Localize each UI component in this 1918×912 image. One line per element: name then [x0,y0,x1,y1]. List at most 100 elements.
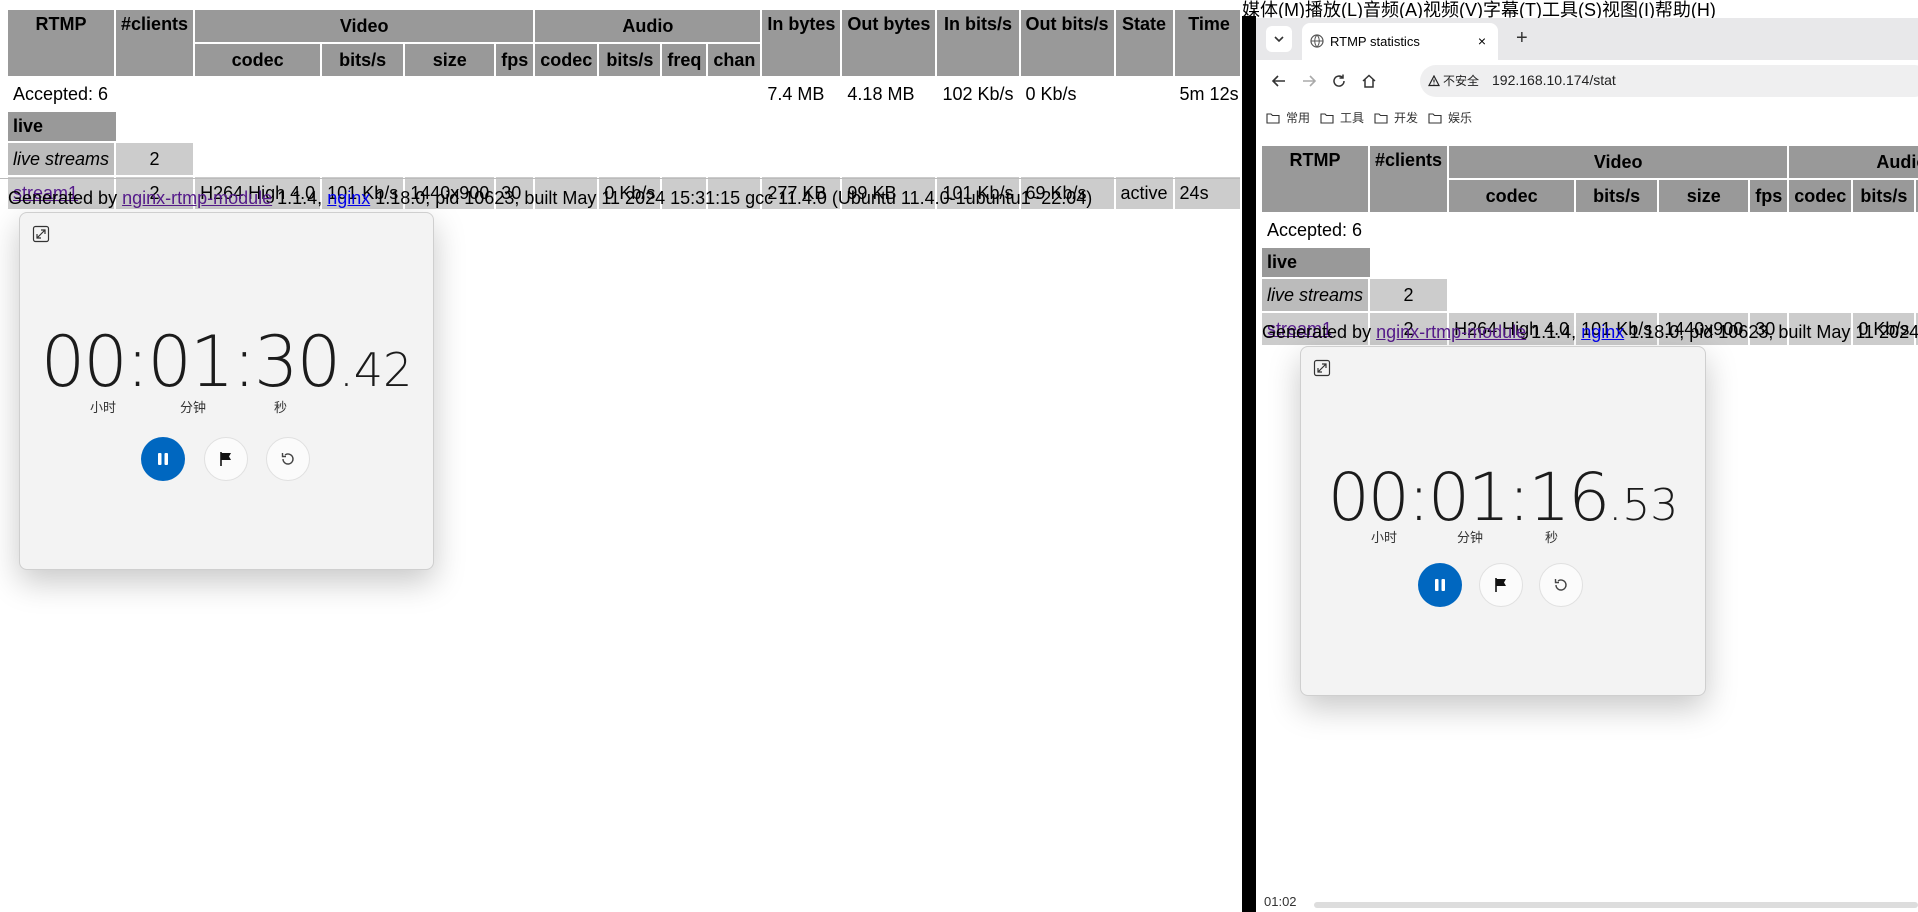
tab-rtmp-statistics[interactable]: RTMP statistics × [1302,23,1498,60]
generated-by-line: Generated by nginx-rtmp-module 1.1.4, ng… [8,188,1092,209]
back-arrow-icon [1271,75,1285,87]
col-clients: #clients [116,10,194,76]
unit-seconds: 秒 [1545,530,1559,545]
seek-slider[interactable] [1314,902,1918,908]
live-streams-label: live streams [8,143,115,175]
reset-button[interactable] [1539,563,1583,607]
time-minutes: 01 [1428,459,1510,536]
live-streams-count: 2 [1370,279,1448,311]
summary-time: 5m 12s [1179,83,1239,104]
col-video: Video [195,10,534,42]
folder-icon [1428,112,1442,124]
flag-icon [220,452,231,466]
col-audio-freq: freq [662,44,707,76]
playback-time: 01:02 [1264,894,1297,909]
live-streams-label: live streams [1262,279,1369,311]
app-name: live [8,112,116,141]
generated-prefix: Generated by [8,188,123,208]
back-button[interactable] [1268,70,1290,92]
lap-button[interactable] [204,437,248,481]
col-audio: Audio [1789,146,1918,178]
time-seconds: 30 [254,321,341,403]
live-streams-count: 2 [116,143,194,175]
bookmark-folder[interactable]: 娱乐 [1428,109,1472,126]
forward-arrow-icon [1303,75,1317,87]
bookmarks-bar: 常用 工具 开发 娱乐 [1256,104,1918,132]
security-indicator[interactable]: 不安全 [1428,72,1479,89]
col-video-codec: codec [195,44,321,76]
pause-button[interactable] [141,437,185,481]
expand-icon[interactable] [32,225,50,243]
expand-icon[interactable] [1313,359,1331,377]
unit-minutes: 分钟 [180,400,207,415]
col-rtmp: RTMP [1262,146,1369,212]
unit-minutes: 分钟 [1457,530,1484,545]
app-row: live [8,112,1240,141]
warning-icon [1428,74,1440,86]
colon: : [232,321,256,403]
col-video-codec: codec [1449,180,1575,212]
pause-button[interactable] [1418,563,1462,607]
new-tab-button[interactable]: + [1516,27,1528,50]
summary-spacer [195,78,760,110]
unit-seconds: 秒 [274,400,288,415]
bookmark-folder[interactable]: 开发 [1374,109,1418,126]
forward-button[interactable] [1298,70,1320,92]
header-row: RTMP #clients Video Audio [1262,146,1918,212]
col-in-bits: In bits/s [937,10,1019,76]
summary-out-bits: 0 Kb/s [1025,83,1077,104]
app-cell: live [1262,248,1447,277]
tab-search-button[interactable] [1266,26,1292,52]
generated-suffix: 1.18.0, pid 10623, built May 11 2024 15:… [1629,322,1918,342]
nginx-link[interactable]: nginx [1581,322,1624,342]
home-button[interactable] [1358,70,1380,92]
time-hundredths: .53 [1608,480,1679,531]
generated-prefix: Generated by [1262,322,1377,342]
bookmark-folder[interactable]: 常用 [1266,109,1310,126]
rtmp-stat-table: RTMP #clients Video Audio codec bits/s s… [1260,144,1918,347]
tab-close-icon[interactable]: × [1478,33,1486,49]
bookmark-label: 常用 [1286,111,1311,125]
stream-time: 24s [1174,177,1240,209]
time-hours: 00 [40,321,128,403]
stream-state: active [1115,177,1173,209]
time-seconds: 16 [1528,459,1610,536]
col-video-size: size [1659,180,1749,212]
nginx-link[interactable]: nginx [327,188,370,208]
generated-suffix: 1.18.0, pid 10623, built May 11 2024 15:… [370,188,1093,208]
reload-button[interactable] [1328,70,1350,92]
nginx-rtmp-module-link[interactable]: nginx-rtmp-module [122,188,272,208]
window-edge [1242,16,1256,912]
summary-out-bytes: 4.18 MB [847,83,915,104]
reset-icon [281,453,294,465]
col-out-bytes: Out bytes [842,10,936,76]
col-video-fps: fps [496,44,534,76]
folder-icon [1266,112,1280,124]
bookmark-label: 开发 [1394,111,1419,125]
stopwatch-time: 00:01:16.53 [1301,459,1705,536]
time-hours: 00 [1327,459,1410,536]
reset-button[interactable] [266,437,310,481]
col-audio-codec: codec [535,44,598,76]
nginx-rtmp-module-link[interactable]: nginx-rtmp-module [1376,322,1526,342]
summary-in-bits: 102 Kb/s [942,83,1014,104]
time-minutes: 01 [147,321,234,403]
reload-icon [1333,74,1345,87]
col-audio: Audio [535,10,761,42]
lap-button[interactable] [1479,563,1523,607]
generated-mid: 1.1.4, [1526,322,1582,342]
address-bar[interactable]: 不安全 192.168.10.174/stat [1420,65,1918,97]
generated-mid: 1.1.4, [272,188,328,208]
url-text: 192.168.10.174/stat [1492,72,1616,88]
divider [0,178,1240,179]
col-time: Time [1174,10,1240,76]
globe-icon [1310,34,1324,51]
col-audio-bits: bits/s [1853,180,1915,212]
chevron-down-icon [1274,36,1284,43]
tab-title: RTMP statistics [1330,34,1420,49]
live-streams-row: live streams 2 [1262,279,1918,311]
summary-row: Accepted: 6 [1262,214,1918,246]
bookmark-label: 娱乐 [1448,111,1473,125]
bookmark-folder[interactable]: 工具 [1320,109,1364,126]
security-label: 不安全 [1443,74,1480,88]
